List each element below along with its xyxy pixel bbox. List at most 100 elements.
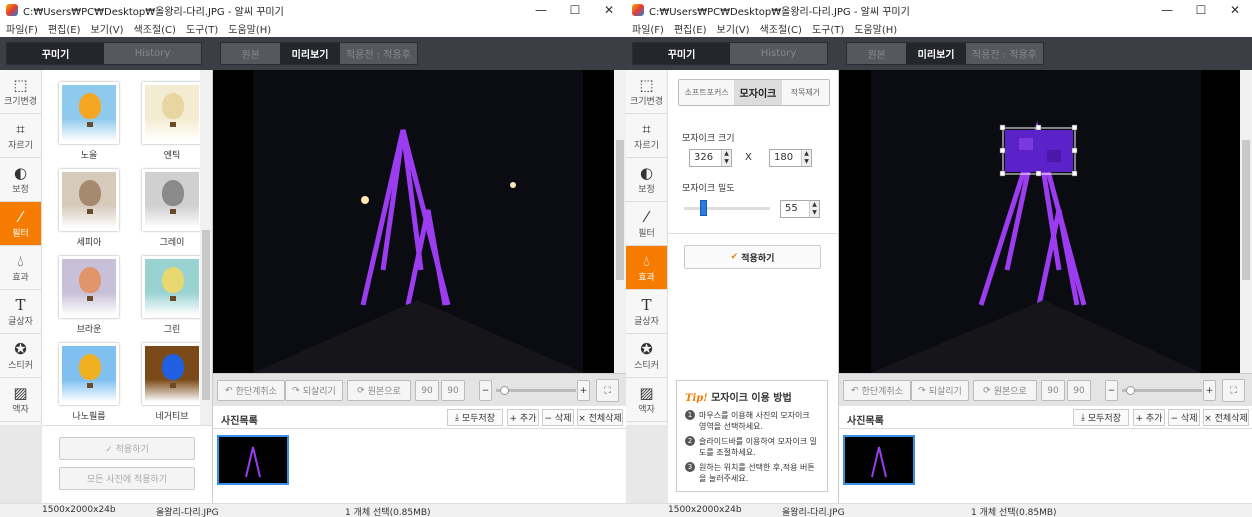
reset-original-button[interactable]: ⟳ 원본으로 (973, 380, 1037, 401)
menu-color[interactable]: 색조절(C) (760, 21, 802, 36)
density-slider-handle[interactable] (700, 200, 707, 216)
tab-history[interactable]: History (730, 43, 827, 64)
zoom-slider[interactable] (496, 386, 576, 395)
sidebar-item-crop[interactable]: ⌗ 자르기 (0, 114, 41, 158)
apply-button[interactable]: ✓ 적용하기 (59, 437, 195, 460)
sidebar-item-text[interactable]: T 글상자 (626, 290, 667, 334)
maximize-button[interactable]: ☐ (558, 0, 592, 20)
photo-thumbnail[interactable] (217, 435, 289, 485)
filter-item[interactable]: 그린 (140, 256, 204, 335)
zoom-in-button[interactable]: + (1203, 380, 1216, 401)
filter-item[interactable]: 엔틱 (140, 82, 204, 161)
tab-compare[interactable]: 적용전 : 적용후 (339, 43, 417, 64)
zoom-out-button[interactable]: − (479, 380, 492, 401)
maximize-button[interactable]: ☐ (1184, 0, 1218, 20)
photo-thumbnail[interactable] (843, 435, 915, 485)
scrollbar-thumb[interactable] (616, 140, 624, 280)
fit-screen-button[interactable]: ⛶ (1222, 379, 1245, 402)
filter-item[interactable]: 네거티브 (140, 343, 204, 422)
mosaic-height-input[interactable]: 180 ▲ ▼ (769, 149, 812, 167)
reset-original-button[interactable]: ⟳ 원본으로 (347, 380, 411, 401)
tab-decorate[interactable]: 꾸미기 (7, 43, 104, 64)
redo-button[interactable]: ↷ 되살리기 (285, 380, 343, 401)
zoom-in-button[interactable]: + (577, 380, 590, 401)
delete-button[interactable]: − 삭제 (1168, 409, 1200, 426)
apply-all-button[interactable]: 모든 사진에 적용하기 (59, 467, 195, 490)
sidebar-item-resize[interactable]: ⬚ 크기변경 (0, 70, 41, 114)
mosaic-density-input[interactable]: 55 ▲ ▼ (780, 200, 820, 218)
redo-button[interactable]: ↷ 되살리기 (911, 380, 969, 401)
sidebar-item-filter[interactable]: ⁄ 필터 (626, 202, 667, 246)
scrollbar-thumb[interactable] (1242, 140, 1250, 280)
sidebar-item-text[interactable]: T 글상자 (0, 290, 41, 334)
mosaic-width-input[interactable]: 326 ▲ ▼ (689, 149, 732, 167)
scrollbar-thumb[interactable] (202, 230, 210, 400)
tab-mosaic[interactable]: 모자이크 (734, 80, 782, 105)
delete-button[interactable]: − 삭제 (542, 409, 574, 426)
density-slider[interactable] (684, 200, 770, 216)
tab-soft-focus[interactable]: 소프트포커스 (679, 80, 735, 105)
sidebar-item-frame[interactable]: ▨ 액자 (0, 378, 41, 422)
rotate-left-button[interactable]: 90 (415, 380, 439, 401)
filter-scrollbar[interactable] (200, 70, 212, 425)
image-viewer[interactable] (839, 70, 1240, 373)
spin-arrows-icon[interactable]: ▲ ▼ (801, 150, 811, 166)
add-button[interactable]: + 추가 (1133, 409, 1165, 426)
sidebar-item-effect[interactable]: 💧︎ 효과 (626, 246, 667, 290)
sidebar-item-adjust[interactable]: ◐ 보정 (0, 158, 41, 202)
sidebar-item-sticker[interactable]: ✪ 스티커 (626, 334, 667, 378)
minimize-button[interactable]: — (524, 0, 558, 20)
menu-view[interactable]: 보기(V) (91, 21, 124, 36)
filter-item[interactable]: 나노필름 (57, 343, 121, 422)
undo-button[interactable]: ↶ 한단계취소 (217, 380, 285, 401)
sidebar-item-crop[interactable]: ⌗ 자르기 (626, 114, 667, 158)
menu-color[interactable]: 색조절(C) (134, 21, 176, 36)
viewer-scrollbar[interactable] (614, 70, 626, 373)
sidebar-item-frame[interactable]: ▨ 액자 (626, 378, 667, 422)
viewer-scrollbar[interactable] (1240, 70, 1252, 373)
tab-original[interactable]: 원본 (221, 43, 281, 64)
sidebar-item-resize[interactable]: ⬚ 크기변경 (626, 70, 667, 114)
tab-original[interactable]: 원본 (847, 43, 907, 64)
menu-file[interactable]: 파일(F) (632, 21, 664, 36)
menu-edit[interactable]: 편집(E) (48, 21, 81, 36)
filter-item[interactable]: 노을 (57, 82, 121, 161)
tab-red-eye[interactable]: 적목제거 (781, 80, 829, 105)
rotate-right-button[interactable]: 90 (441, 380, 465, 401)
image-viewer[interactable] (213, 70, 614, 373)
menu-tools[interactable]: 도구(T) (186, 21, 218, 36)
tab-history[interactable]: History (104, 43, 201, 64)
delete-all-button[interactable]: × 전체삭제 (577, 409, 623, 426)
rotate-right-button[interactable]: 90 (1067, 380, 1091, 401)
tab-decorate[interactable]: 꾸미기 (633, 43, 730, 64)
menu-help[interactable]: 도움말(H) (228, 21, 271, 36)
tab-preview[interactable]: 미리보기 (906, 43, 966, 64)
menu-help[interactable]: 도움말(H) (854, 21, 897, 36)
menu-file[interactable]: 파일(F) (6, 21, 38, 36)
sidebar-item-filter[interactable]: ⁄ 필터 (0, 202, 41, 246)
minimize-button[interactable]: — (1150, 0, 1184, 20)
close-button[interactable]: ✕ (592, 0, 626, 20)
spin-arrows-icon[interactable]: ▲ ▼ (809, 201, 819, 217)
zoom-slider-handle[interactable] (500, 386, 509, 395)
save-all-button[interactable]: ⤓ 모두저장 (1073, 409, 1129, 426)
zoom-out-button[interactable]: − (1105, 380, 1118, 401)
sidebar-item-effect[interactable]: 💧︎ 효과 (0, 246, 41, 290)
delete-all-button[interactable]: × 전체삭제 (1203, 409, 1249, 426)
save-all-button[interactable]: ⤓ 모두저장 (447, 409, 503, 426)
tab-preview[interactable]: 미리보기 (280, 43, 340, 64)
sidebar-item-sticker[interactable]: ✪ 스티커 (0, 334, 41, 378)
undo-button[interactable]: ↶ 한단계취소 (843, 380, 911, 401)
close-button[interactable]: ✕ (1218, 0, 1252, 20)
sidebar-item-adjust[interactable]: ◐ 보정 (626, 158, 667, 202)
filter-item[interactable]: 세피아 (57, 169, 121, 248)
menu-tools[interactable]: 도구(T) (812, 21, 844, 36)
menu-view[interactable]: 보기(V) (717, 21, 750, 36)
rotate-left-button[interactable]: 90 (1041, 380, 1065, 401)
filter-item[interactable]: 그레이 (140, 169, 204, 248)
tab-compare[interactable]: 적용전 : 적용후 (965, 43, 1043, 64)
zoom-slider-handle[interactable] (1126, 386, 1135, 395)
spin-arrows-icon[interactable]: ▲ ▼ (721, 150, 731, 166)
zoom-slider[interactable] (1122, 386, 1202, 395)
filter-item[interactable]: 브라운 (57, 256, 121, 335)
